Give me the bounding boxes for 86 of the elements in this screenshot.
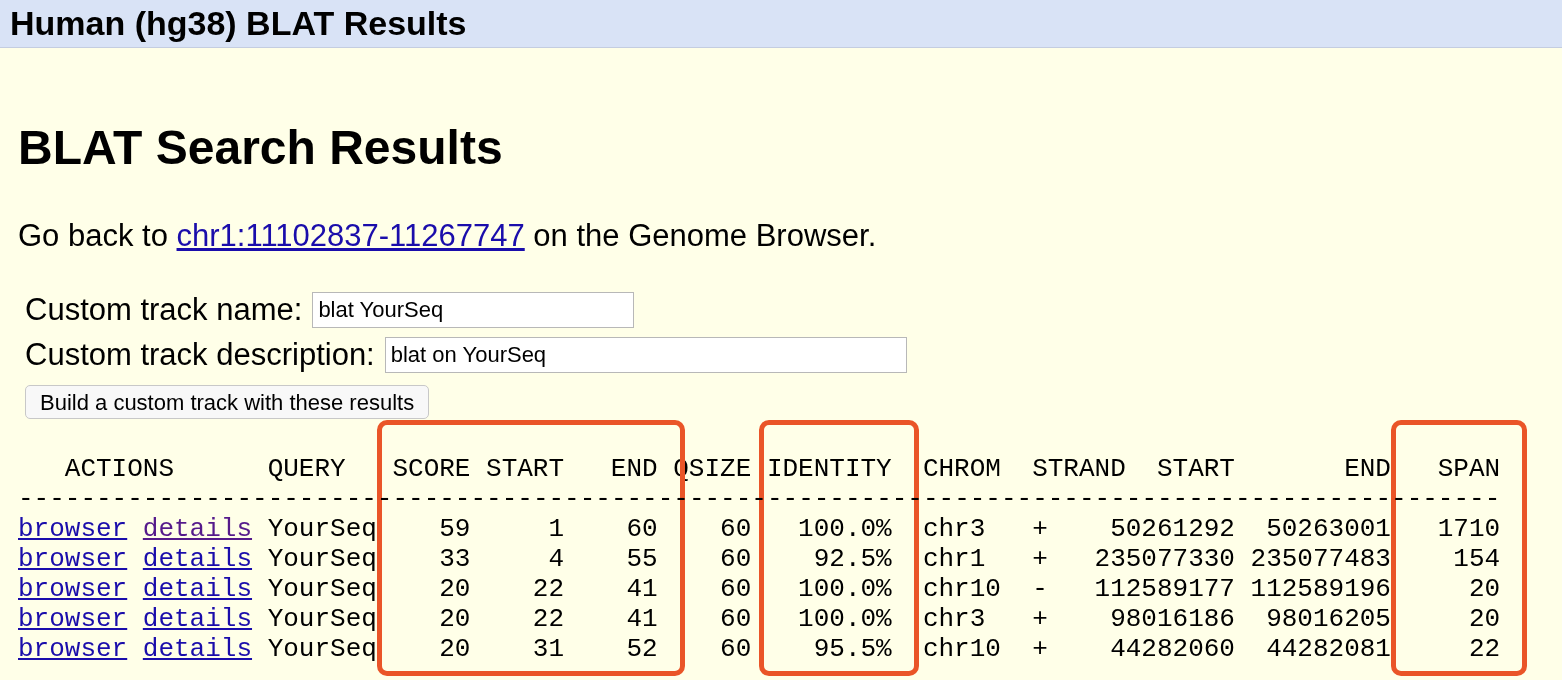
table-cell: -	[1032, 574, 1048, 604]
table-cell: 44282081	[1266, 634, 1391, 664]
table-cell: 98016186	[1110, 604, 1235, 634]
column-header: SCORE	[392, 454, 471, 484]
table-cell: 44282060	[1110, 634, 1235, 664]
table-cell: 60	[720, 514, 752, 544]
result-link[interactable]: browser	[18, 634, 128, 664]
table-cell: 59	[439, 514, 471, 544]
result-link[interactable]: browser	[18, 604, 128, 634]
table-cell: 60	[720, 544, 752, 574]
column-header: QUERY	[267, 454, 346, 484]
column-header: START	[486, 454, 565, 484]
heading: BLAT Search Results	[18, 120, 504, 176]
table-cell: YourSeq	[267, 514, 377, 544]
result-link[interactable]: browser	[18, 544, 128, 574]
result-link[interactable]: details	[142, 574, 253, 604]
table-cell: 31	[532, 634, 565, 664]
table-cell: +	[1032, 604, 1048, 634]
column-header: ACTIONS	[64, 454, 174, 484]
column-header: IDENTITY	[766, 454, 892, 484]
table-cell: 22	[1468, 634, 1501, 664]
result-link[interactable]: browser	[18, 514, 128, 544]
table-cell: 100.0%	[798, 574, 892, 604]
back-link-sentence: Go back to chr1:11102837-11267747 on the Genome Browser.	[18, 218, 878, 254]
table-cell: +	[1032, 514, 1048, 544]
table-cell: chr3	[922, 514, 986, 544]
result-link[interactable]: details	[142, 604, 253, 634]
table-cell: 41	[626, 604, 658, 634]
text-input-field[interactable]: blat on YourSeq	[384, 337, 907, 373]
build-custom-track-button[interactable]: Build a custom track with these results	[25, 385, 430, 419]
table-cell: chr3	[922, 604, 986, 634]
table-cell: 55	[626, 544, 658, 574]
table-cell: 1710	[1437, 514, 1501, 544]
table-cell: 22	[532, 604, 565, 634]
column-header: END	[610, 454, 658, 484]
table-cell: 92.5%	[813, 544, 892, 574]
table-cell: 98016205	[1266, 604, 1391, 634]
table-cell: 154	[1453, 544, 1501, 574]
table-cell: YourSeq	[267, 544, 377, 574]
table-cell: chr10	[922, 634, 1001, 664]
table-cell: YourSeq	[267, 574, 377, 604]
table-cell: 20	[439, 604, 471, 634]
table-cell: +	[1032, 634, 1048, 664]
table-cell: 60	[720, 574, 752, 604]
table-cell: YourSeq	[267, 604, 377, 634]
table-cell: 50261292	[1110, 514, 1235, 544]
column-header: STRAND	[1032, 454, 1126, 484]
table-cell: 60	[720, 634, 752, 664]
column-header: CHROM	[922, 454, 1001, 484]
table-cell: 100.0%	[798, 604, 892, 634]
result-link[interactable]: details	[142, 634, 253, 664]
dashed-rule: -----------------------------------------------------------------------------------------------	[18, 484, 1501, 514]
table-cell: 20	[1468, 574, 1501, 604]
result-link[interactable]: details	[142, 514, 253, 544]
table-cell: chr10	[922, 574, 1001, 604]
table-cell: 22	[532, 574, 565, 604]
table-cell: 60	[626, 514, 658, 544]
table-cell: 33	[439, 544, 471, 574]
table-cell: 100.0%	[798, 514, 892, 544]
text-input-field[interactable]: blat YourSeq	[312, 292, 635, 328]
table-cell: 20	[439, 634, 471, 664]
result-link[interactable]: details	[142, 544, 253, 574]
table-cell: 20	[439, 574, 471, 604]
column-header: END	[1344, 454, 1391, 484]
table-cell: 235077330	[1094, 544, 1235, 574]
table-cell: 20	[1468, 604, 1501, 634]
table-cell: 95.5%	[813, 634, 892, 664]
table-cell: 60	[720, 604, 752, 634]
table-cell: +	[1032, 544, 1048, 574]
field-label: Custom track name:	[25, 290, 303, 329]
table-cell: 235077483	[1250, 544, 1391, 574]
table-cell: 112589177	[1094, 574, 1235, 604]
table-cell: 4	[548, 544, 565, 574]
table-cell: 112589196	[1250, 574, 1391, 604]
table-cell: 50263001	[1266, 514, 1391, 544]
table-cell: chr1	[922, 544, 986, 574]
table-cell: 52	[626, 634, 658, 664]
page-title: Human (hg38) BLAT Results	[10, 3, 467, 44]
column-header: SPAN	[1437, 454, 1501, 484]
table-cell: YourSeq	[267, 634, 377, 664]
column-header: START	[1156, 454, 1235, 484]
field-label: Custom track description:	[25, 335, 375, 374]
table-cell: 41	[626, 574, 658, 604]
chromosome-position-link[interactable]: chr1:11102837-11267747	[176, 218, 525, 253]
result-link[interactable]: browser	[18, 574, 128, 604]
table-cell: 1	[548, 514, 565, 544]
